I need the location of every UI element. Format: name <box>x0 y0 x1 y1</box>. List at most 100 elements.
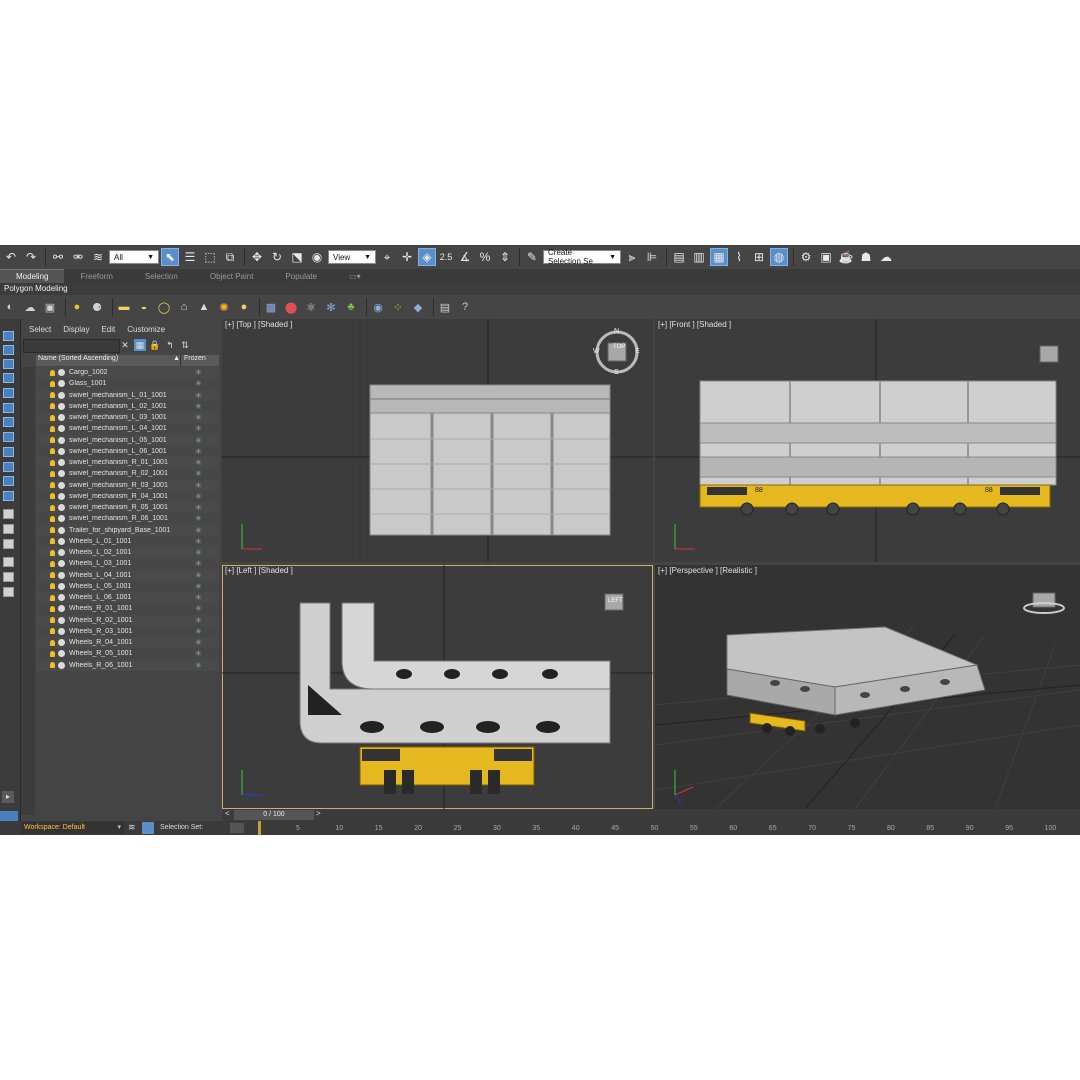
snowflake-icon[interactable]: ✳ <box>195 537 202 546</box>
list-item[interactable]: Wheels_L_01_1001 ✳ <box>36 535 219 547</box>
percent-snap-icon[interactable]: % <box>476 248 494 266</box>
align-icon[interactable]: ⊫ <box>643 248 661 266</box>
menu-edit[interactable]: Edit <box>101 325 115 337</box>
list-item[interactable]: swivel_mechanism_L_02_1001 ✳ <box>36 400 219 412</box>
snowflake-icon[interactable]: ✳ <box>195 571 202 580</box>
snowflake-icon[interactable]: ✳ <box>195 492 202 501</box>
light-bulb-icon[interactable] <box>50 515 55 522</box>
xrefs-icon[interactable] <box>3 476 14 486</box>
selection-set-icon[interactable] <box>142 822 154 834</box>
light-bulb-icon[interactable] <box>50 662 55 669</box>
expand-arrow-icon[interactable]: ▸ <box>2 791 14 803</box>
light-bulb-icon[interactable] <box>50 403 55 410</box>
snowflake-icon[interactable]: ✳ <box>195 627 202 636</box>
cameras-icon[interactable] <box>3 417 14 427</box>
light-bulb-icon[interactable] <box>50 594 55 601</box>
unlink-icon[interactable]: ⚮ <box>69 248 87 266</box>
funnel-edit-icon[interactable] <box>3 572 14 582</box>
viewport-front[interactable]: [+] [Front ] [Shaded ] 88 88 <box>655 319 1080 562</box>
light-bulb-icon[interactable] <box>50 392 55 399</box>
spinner-snap-icon[interactable]: ⇕ <box>496 248 514 266</box>
render-setup-icon[interactable]: ⚙ <box>797 248 815 266</box>
ribbon-options-icon[interactable]: ▭▾ <box>333 270 377 283</box>
time-slider-thumb[interactable]: 0 / 100 <box>234 810 314 820</box>
display-hidden-icon[interactable]: ✻ <box>323 299 339 315</box>
light-bulb-icon[interactable] <box>50 482 55 489</box>
search-input[interactable] <box>23 339 120 353</box>
light-bulb-icon[interactable] <box>50 538 55 545</box>
snowflake-icon[interactable]: ✳ <box>195 481 202 490</box>
select-object-icon[interactable]: ⬉ <box>161 248 179 266</box>
time-slider[interactable]: < 0 / 100 > <box>222 809 1080 821</box>
snowflake-icon[interactable]: ✳ <box>195 548 202 557</box>
viewport-left[interactable]: [+] [Left ] [Shaded ] LEFT <box>222 565 653 809</box>
bones-icon[interactable] <box>3 491 14 501</box>
rect-selection-icon[interactable]: ⬚ <box>201 248 219 266</box>
layers-stack-icon[interactable]: ≋ <box>128 822 140 834</box>
display-containers-icon[interactable]: ⬤ <box>283 299 299 315</box>
keyboard-shortcut-override-icon[interactable]: ◈ <box>418 248 436 266</box>
menu-select[interactable]: Select <box>29 325 51 337</box>
clear-search-icon[interactable]: ✕ <box>119 339 131 351</box>
viewport-perspective[interactable]: [+] [Perspective ] [Realistic ] <box>655 565 1080 809</box>
list-item[interactable]: swivel_mechanism_R_05_1001 ✳ <box>36 502 219 514</box>
select-manipulate-icon[interactable]: ✛ <box>398 248 416 266</box>
layer-manager-icon[interactable]: ▤ <box>670 248 688 266</box>
snowflake-icon[interactable]: ✳ <box>195 402 202 411</box>
list-item[interactable]: Wheels_R_06_1001 ✳ <box>36 659 219 671</box>
window-crossing-icon[interactable]: ⧉ <box>221 248 239 266</box>
viewport-front-label[interactable]: [+] [Front ] [Shaded ] <box>658 320 731 329</box>
toggle-ribbon-icon[interactable]: ▥ <box>690 248 708 266</box>
display-particles-icon[interactable]: ▩ <box>263 299 279 315</box>
hierarchy-icon[interactable] <box>3 359 14 369</box>
list-item[interactable]: Wheels_R_01_1001 ✳ <box>36 603 219 615</box>
light-bulb-icon[interactable] <box>50 527 55 534</box>
select-invert-icon[interactable]: ◆ <box>410 299 426 315</box>
list-item[interactable]: Wheels_R_03_1001 ✳ <box>36 625 219 637</box>
snowflake-icon[interactable]: ✳ <box>195 582 202 591</box>
viewport-perspective-label[interactable]: [+] [Perspective ] [Realistic ] <box>658 566 757 575</box>
funnel-clear-icon[interactable] <box>3 587 14 597</box>
light-bulb-icon[interactable] <box>50 448 55 455</box>
pivot-center-icon[interactable]: ⌖ <box>378 248 396 266</box>
list-item[interactable]: Trailer_for_shipyard_Base_1001 ✳ <box>36 524 219 536</box>
snowflake-icon[interactable]: ✳ <box>195 424 202 433</box>
light-bulb-icon[interactable] <box>50 437 55 444</box>
snowflake-icon[interactable]: ✳ <box>195 413 202 422</box>
snap-toggle-icon[interactable]: 2.5 <box>438 248 454 266</box>
snowflake-icon[interactable]: ✳ <box>195 593 202 602</box>
snowflake-icon[interactable]: ✳ <box>195 458 202 467</box>
list-item[interactable]: Glass_1001 ✳ <box>36 378 219 390</box>
scale-icon[interactable]: ⬔ <box>288 248 306 266</box>
display-groups-icon[interactable]: ▲ <box>196 299 212 315</box>
list-item[interactable]: swivel_mechanism_R_06_1001 ✳ <box>36 513 219 525</box>
sort-icon[interactable] <box>3 331 14 341</box>
snowflake-icon[interactable]: ✳ <box>195 447 202 456</box>
snowflake-icon[interactable]: ✳ <box>195 661 202 670</box>
rotate-icon[interactable]: ↻ <box>268 248 286 266</box>
scene-explorer-icon[interactable]: ▦ <box>710 248 728 266</box>
time-slider-next[interactable]: > <box>316 809 321 818</box>
snowflake-icon[interactable]: ✳ <box>195 638 202 647</box>
viewcube-top-face[interactable]: TOP <box>613 344 625 350</box>
material-editor-icon[interactable]: ◍ <box>770 248 788 266</box>
viewport-left-label[interactable]: [+] [Left ] [Shaded ] <box>225 566 293 575</box>
help-icon[interactable]: ? <box>457 299 473 315</box>
display-shapes-icon[interactable]: ⚈ <box>89 299 105 315</box>
move-icon[interactable]: ✥ <box>248 248 266 266</box>
light-bulb-icon[interactable] <box>50 628 55 635</box>
render-cloud-icon[interactable]: ☁ <box>877 248 895 266</box>
list-icon[interactable] <box>3 539 14 549</box>
helpers-icon[interactable] <box>3 432 14 442</box>
light-bulb-icon[interactable] <box>50 493 55 500</box>
angle-snap-icon[interactable]: ∡ <box>456 248 474 266</box>
list-item[interactable]: Wheels_L_02_1001 ✳ <box>36 547 219 559</box>
display-lights-icon[interactable]: ▬ <box>116 299 132 315</box>
page-icon[interactable] <box>3 509 14 519</box>
display-xrefs-icon[interactable]: ✺ <box>216 299 232 315</box>
list-item[interactable]: swivel_mechanism_L_01_1001 ✳ <box>36 389 219 401</box>
display-all-icon[interactable]: ☁ <box>22 299 38 315</box>
snowflake-icon[interactable]: ✳ <box>195 604 202 613</box>
sync-icon[interactable]: ⇅ <box>179 339 191 351</box>
list-item[interactable]: Wheels_L_05_1001 ✳ <box>36 580 219 592</box>
